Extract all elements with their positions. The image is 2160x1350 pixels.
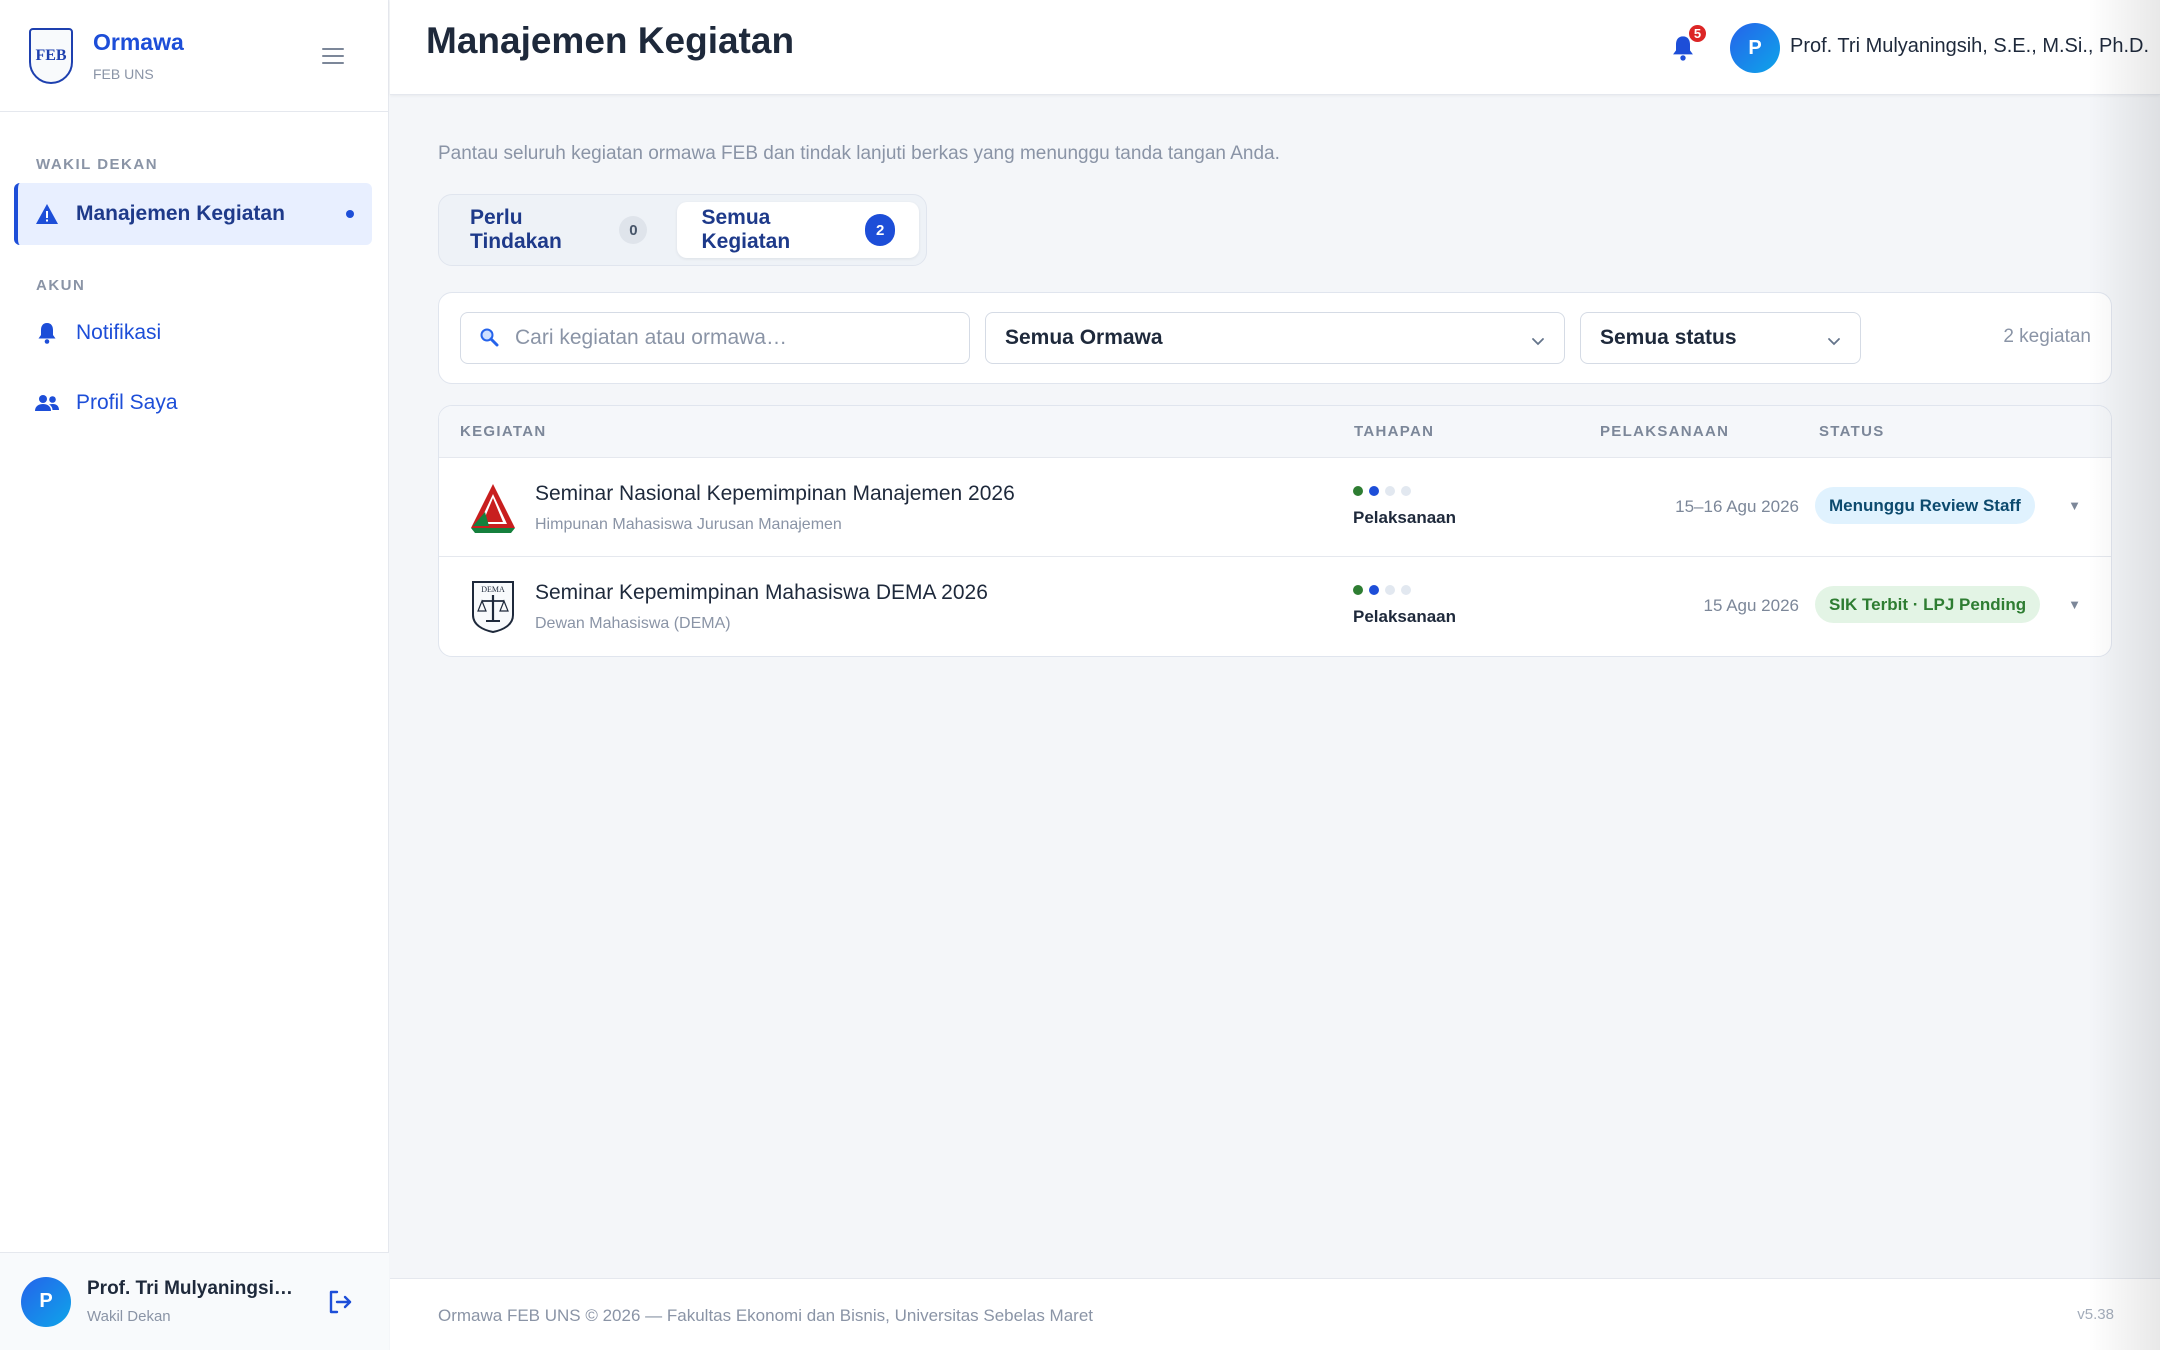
stage-label: Pelaksanaan [1353, 508, 1457, 527]
dema-logo-icon: DEMA [469, 579, 517, 634]
tab-semua-kegiatan[interactable]: Semua Kegiatan 2 [677, 202, 919, 258]
status-badge: SIK Terbit · LPJ Pending [1815, 586, 2041, 623]
activities-table: KEGIATAN TAHAPAN PELAKSANAAN STATUS Semi… [438, 405, 2112, 657]
page-subtitle: Pantau seluruh kegiatan ormawa FEB dan t… [438, 143, 1280, 164]
warning-triangle-icon [34, 201, 60, 227]
brand-text: Ormawa FEB UNS [93, 29, 184, 82]
top-bar: Manajemen Kegiatan 5 P Prof. Tri Mulyani… [390, 0, 2160, 95]
activity-date: 15–16 Agu 2026 [1675, 497, 1799, 516]
search-box[interactable] [460, 312, 970, 364]
activity-date: 15 Agu 2026 [1703, 596, 1799, 615]
stage-dot-current [1369, 486, 1379, 496]
sidebar-item-manajemen-kegiatan[interactable]: Manajemen Kegiatan [14, 183, 372, 245]
himpunan-logo-icon [469, 480, 517, 534]
tab-group: Perlu Tindakan 0 Semua Kegiatan 2 [438, 194, 927, 266]
sidebar-item-notifikasi[interactable]: Notifikasi [14, 302, 372, 364]
avatar[interactable]: P [1730, 23, 1780, 73]
notification-count-badge: 5 [1687, 23, 1708, 44]
activity-title: Seminar Kepemimpinan Mahasiswa DEMA 2026 [535, 581, 988, 604]
svg-text:DEMA: DEMA [481, 585, 505, 594]
sidebar-item-label: Manajemen Kegiatan [76, 202, 285, 225]
activity-title: Seminar Nasional Kepemimpinan Manajemen … [535, 482, 1015, 505]
stage-label: Pelaksanaan [1353, 607, 1457, 626]
edge-shadow [2088, 0, 2160, 1350]
stage-dot-done [1353, 486, 1363, 496]
sidebar-item-label: Notifikasi [76, 321, 162, 344]
active-indicator-dot [346, 210, 354, 218]
tab-count-badge: 0 [619, 216, 648, 244]
sidebar-item-label: Profil Saya [76, 391, 178, 414]
stage-progress [1353, 486, 1411, 496]
column-header-status: STATUS [1819, 423, 1885, 440]
page-title: Manajemen Kegiatan [426, 20, 795, 61]
hamburger-menu-icon[interactable] [322, 48, 344, 64]
user-name[interactable]: Prof. Tri Mulyaningsih, S.E., M.Si., Ph.… [1790, 35, 2149, 58]
tab-perlu-tindakan[interactable]: Perlu Tindakan 0 [446, 202, 671, 258]
tab-label: Semua Kegiatan [701, 206, 791, 253]
expand-caret-icon[interactable]: ▼ [2068, 597, 2081, 612]
feb-logo: FEB [29, 27, 73, 84]
chevron-down-icon [1826, 331, 1842, 347]
bell-icon [34, 320, 60, 346]
tab-label: Perlu Tindakan [470, 206, 562, 253]
stage-dot-done [1353, 585, 1363, 595]
column-header-kegiatan: KEGIATAN [460, 423, 547, 440]
user-info: Prof. Tri Mulyaningsih, ... Wakil Dekan [87, 1278, 297, 1325]
result-count: 2 kegiatan [2003, 326, 2091, 347]
expand-caret-icon[interactable]: ▼ [2068, 498, 2081, 513]
users-icon [34, 390, 60, 416]
brand-subtitle: FEB UNS [93, 66, 154, 82]
footer-copyright: Ormawa FEB UNS © 2026 — Fakultas Ekonomi… [438, 1306, 1093, 1325]
stage-dot-pending [1385, 486, 1395, 496]
brand-header: FEB Ormawa FEB UNS [0, 0, 388, 112]
page-footer: Ormawa FEB UNS © 2026 — Fakultas Ekonomi… [390, 1278, 2160, 1350]
search-input[interactable] [515, 326, 955, 350]
stage-dot-pending [1385, 585, 1395, 595]
chevron-down-icon [1530, 331, 1546, 347]
stage-dot-pending [1401, 486, 1411, 496]
stage-dot-current [1369, 585, 1379, 595]
status-select[interactable]: Semua status [1580, 312, 1861, 364]
status-badge: Menunggu Review Staff [1815, 487, 2035, 524]
stage-progress [1353, 585, 1411, 595]
ormawa-select[interactable]: Semua Ormawa [985, 312, 1565, 364]
user-role: Wakil Dekan [87, 1308, 171, 1325]
filter-bar: Semua Ormawa Semua status 2 kegiatan [438, 292, 2112, 384]
table-row[interactable]: DEMA Seminar Kepemimpinan Mahasiswa DEMA… [439, 557, 2111, 656]
search-icon [479, 327, 501, 349]
app-version: v5.38 [2077, 1306, 2114, 1323]
avatar[interactable]: P [21, 1276, 71, 1327]
nav-section-akun: AKUN [36, 277, 86, 294]
status-select-value: Semua status [1600, 326, 1737, 349]
ormawa-select-value: Semua Ormawa [1005, 326, 1163, 349]
table-header: KEGIATAN TAHAPAN PELAKSANAAN STATUS [439, 406, 2111, 458]
nav-section-wakil-dekan: WAKIL DEKAN [36, 156, 159, 173]
activity-org: Dewan Mahasiswa (DEMA) [535, 615, 731, 632]
tab-count-badge: 2 [865, 214, 895, 246]
user-name: Prof. Tri Mulyaningsih, ... [87, 1278, 297, 1299]
brand-title: Ormawa [93, 29, 184, 55]
column-header-pelaksanaan: PELAKSANAAN [1600, 423, 1730, 440]
activity-org: Himpunan Mahasiswa Jurusan Manajemen [535, 516, 842, 533]
table-row[interactable]: Seminar Nasional Kepemimpinan Manajemen … [439, 458, 2111, 557]
stage-dot-pending [1401, 585, 1411, 595]
sidebar-user-card: P Prof. Tri Mulyaningsih, ... Wakil Deka… [0, 1252, 389, 1350]
sidebar: FEB Ormawa FEB UNS WAKIL DEKAN Manajemen… [0, 0, 389, 1350]
column-header-tahapan: TAHAPAN [1354, 423, 1435, 440]
sidebar-item-profil-saya[interactable]: Profil Saya [14, 372, 372, 434]
logout-icon[interactable] [327, 1289, 353, 1315]
